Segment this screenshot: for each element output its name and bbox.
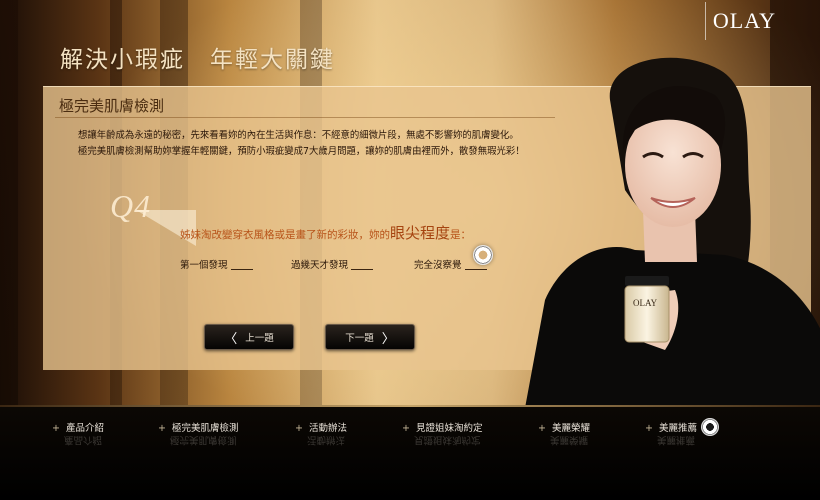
answer-option-1[interactable]: 第一個發現 <box>180 257 253 271</box>
chevron-right-icon: 〉 <box>381 331 395 347</box>
plus-icon: + <box>295 423 303 434</box>
next-button-label: 下一題 <box>345 333 374 344</box>
question-text-part: 是： <box>450 229 472 241</box>
question-text: 姊妹淘改變穿衣風格或是畫了新的彩妝，妳的眼尖程度是： <box>180 222 471 243</box>
menu-item-recommend[interactable]: + 美麗推薦 美麗推薦 <box>645 420 697 445</box>
plus-icon: + <box>538 423 546 434</box>
chevron-left-icon: 〈 <box>224 331 238 347</box>
question-text-part: 姊妹淘改變穿衣風格或是畫了新的彩妝，妳的 <box>180 229 390 241</box>
title-divider <box>55 117 555 118</box>
prev-button-label: 上一題 <box>245 333 274 344</box>
plus-icon: + <box>52 423 60 434</box>
menu-cursor-icon <box>701 418 719 436</box>
menu-item-event-rules[interactable]: + 活動辦法 活動辦法 <box>295 420 347 445</box>
intro-text: 想讓年齡成為永遠的秘密，先來看看妳的內在生活與作息：不經意的細微片段，無處不影響… <box>78 128 578 160</box>
product-label: OLAY <box>633 298 658 308</box>
menu-label: 美麗榮耀 <box>551 423 590 434</box>
question-number: Q4 <box>110 188 152 224</box>
plus-icon: + <box>402 423 410 434</box>
background-stripe <box>0 0 18 410</box>
menu-item-product[interactable]: + 產品介紹 產品介紹 <box>52 420 104 445</box>
menu-label: 產品介紹 <box>65 423 104 434</box>
menu-reflection: 美麗榮耀 <box>550 434 589 445</box>
next-question-button[interactable]: 下一題〉 <box>325 324 415 350</box>
answer-option-label: 完全沒察覺 <box>414 260 462 271</box>
menu-reflection: 見證姐妹淘約定 <box>414 434 481 445</box>
menu-reflection: 極完美肌膚檢測 <box>170 434 237 445</box>
plus-icon: + <box>645 423 653 434</box>
answer-blank <box>464 269 487 270</box>
answer-option-label: 過幾天才發現 <box>291 260 349 271</box>
menu-item-testimonials[interactable]: + 見證姐妹淘約定 見證姐妹淘約定 <box>402 420 483 445</box>
section-title: 極完美肌膚檢測 <box>59 97 165 115</box>
answer-blank <box>230 269 253 270</box>
menu-label: 美麗推薦 <box>658 423 697 434</box>
bottom-menu: + 產品介紹 產品介紹 + 極完美肌膚檢測 極完美肌膚檢測 + 活動辦法 活動辦法 + 見證姐… <box>0 420 820 445</box>
menu-reflection: 活動辦法 <box>307 434 346 445</box>
question-highlight: 眼尖程度 <box>390 224 451 242</box>
menu-item-awards[interactable]: + 美麗榮耀 美麗榮耀 <box>538 420 590 445</box>
answer-option-2[interactable]: 過幾天才發現 <box>291 257 374 271</box>
intro-line: 想讓年齡成為永遠的秘密，先來看看妳的內在生活與作息：不經意的細微片段，無處不影響… <box>78 130 519 141</box>
prev-question-button[interactable]: 〈上一題 <box>204 324 294 350</box>
page-stage: OLAY 解決小瑕疵 年輕大關鍵 極完美肌膚檢測 想讓年齡成為永遠的秘密，先來看… <box>0 0 820 500</box>
menu-item-skin-test[interactable]: + 極完美肌膚檢測 極完美肌膚檢測 <box>158 420 239 445</box>
menu-label: 見證姐妹淘約定 <box>415 423 483 434</box>
plus-icon: + <box>158 423 166 434</box>
olay-logo[interactable]: OLAY <box>704 2 776 40</box>
page-headline: 解決小瑕疵 年輕大關鍵 <box>60 47 335 73</box>
menu-label: 活動辦法 <box>308 423 347 434</box>
model-portrait: OLAY <box>525 57 820 408</box>
answer-option-label: 第一個發現 <box>180 260 228 271</box>
menu-reflection: 產品介紹 <box>64 434 103 445</box>
selection-cursor-icon <box>473 245 493 265</box>
answer-blank <box>351 269 374 270</box>
intro-line: 極完美肌膚檢測幫助妳掌握年輕關鍵，預防小瑕疵變成7大歲月問題，讓妳的肌膚由裡而外… <box>78 146 525 157</box>
menu-label: 極完美肌膚檢測 <box>171 423 239 434</box>
menu-reflection: 美麗推薦 <box>657 434 696 445</box>
